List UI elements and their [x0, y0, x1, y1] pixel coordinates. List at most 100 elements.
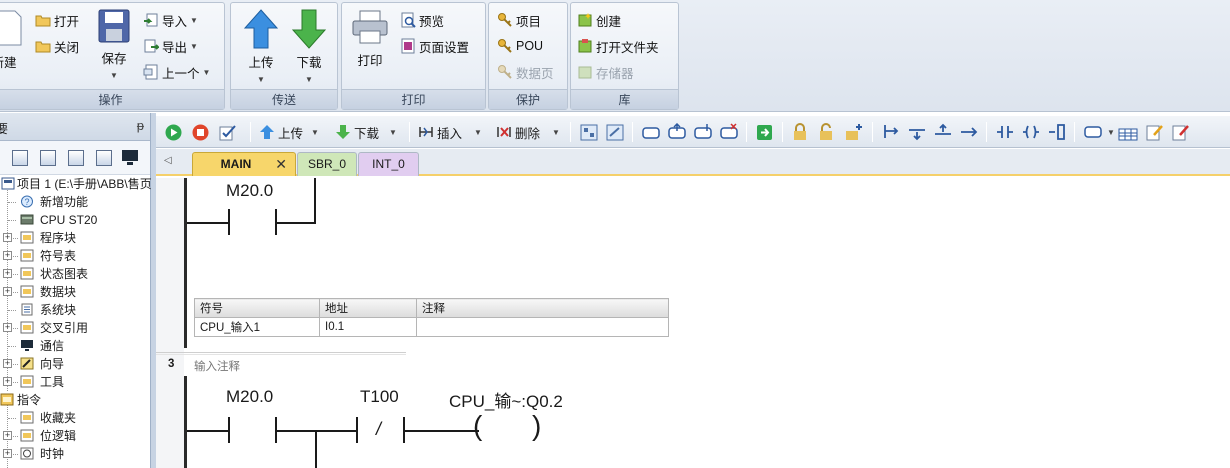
svg-text:?: ?	[25, 197, 30, 207]
pou-down-icon[interactable]	[694, 123, 712, 140]
expand-icon[interactable]: +	[3, 359, 12, 368]
monitor-icon[interactable]	[121, 149, 139, 167]
toolbar-separator	[409, 122, 410, 142]
protect-project-button[interactable]: 项目	[497, 9, 541, 31]
previous-button[interactable]: 上一个 ▼	[143, 61, 210, 83]
delete-dropdown-icon[interactable]: ▼	[552, 128, 560, 137]
expand-icon[interactable]: +	[3, 449, 12, 458]
edit-icon[interactable]	[1146, 123, 1164, 141]
print-button[interactable]: 打印	[350, 9, 390, 69]
line-right-icon[interactable]	[960, 123, 978, 141]
protect-pou-button[interactable]: POU	[497, 35, 543, 57]
view-table-icon[interactable]	[96, 150, 112, 166]
new-file-icon	[0, 10, 22, 46]
tab-scroll-left-icon[interactable]: ◁	[164, 155, 172, 166]
comment-toggle-icon[interactable]	[1084, 125, 1102, 139]
table-row[interactable]: CPU_输入1 I0.1	[194, 317, 669, 337]
ladder-editor[interactable]: M20.0 符号 地址 注释 CPU_输入1 I0.1 3 输入注释 M20.0…	[156, 178, 1230, 468]
expand-icon[interactable]: +	[3, 431, 12, 440]
network-comment[interactable]: 输入注释	[194, 358, 240, 374]
previous-dropdown-icon[interactable]: ▼	[203, 68, 211, 77]
expand-icon[interactable]: +	[3, 287, 12, 296]
tree-item-label: 新增功能	[40, 195, 89, 209]
comm-icon	[21, 340, 33, 351]
download-dropdown-icon[interactable]: ▼	[305, 75, 313, 84]
new-button[interactable]: 新建	[0, 9, 23, 71]
toolbar-upload-button[interactable]: 上传 ▼	[259, 123, 319, 141]
expand-icon[interactable]: +	[3, 251, 12, 260]
stop-icon[interactable]	[192, 124, 209, 141]
open-library-folder-button[interactable]: 打开文件夹	[577, 35, 659, 57]
import-button[interactable]: 导入 ▼	[143, 9, 198, 31]
upload-dropdown-icon[interactable]: ▼	[257, 75, 265, 84]
expand-icon[interactable]: +	[3, 323, 12, 332]
comment-dropdown-icon[interactable]: ▼	[1107, 128, 1115, 137]
contact-left-bar	[356, 417, 358, 443]
pin-icon[interactable]: ᵽ	[137, 118, 144, 133]
floppy-disk-icon	[98, 9, 130, 43]
coil-left-paren: (	[473, 410, 483, 441]
coil-icon[interactable]	[1022, 123, 1040, 141]
branch-line-down-icon[interactable]	[908, 123, 926, 141]
pou-icon[interactable]	[642, 125, 660, 140]
column-header: 符号	[194, 298, 320, 318]
expand-icon[interactable]: +	[3, 233, 12, 242]
create-library-button[interactable]: 创建	[577, 9, 621, 31]
unlock-icon[interactable]	[818, 123, 834, 141]
view-grid-icon[interactable]	[12, 150, 28, 166]
toolbar-insert-button[interactable]: 插入 ▼	[418, 123, 482, 141]
export-dropdown-icon[interactable]: ▼	[190, 42, 198, 51]
contact-icon[interactable]	[996, 123, 1014, 141]
go-to-icon[interactable]	[756, 124, 773, 141]
save-dropdown-icon[interactable]: ▼	[110, 71, 118, 80]
tab-main[interactable]: MAIN ✕	[192, 152, 296, 176]
upload-button[interactable]: 上传 ▼	[241, 9, 281, 85]
lock-icon[interactable]	[792, 123, 808, 141]
view-list-icon[interactable]	[40, 150, 56, 166]
run-icon[interactable]	[165, 124, 182, 141]
network-view-icon[interactable]	[580, 124, 598, 141]
symbol-table-icon[interactable]	[1118, 123, 1138, 141]
open-button[interactable]: 打开	[35, 9, 79, 31]
format-icon[interactable]	[1172, 123, 1190, 141]
box-icon[interactable]	[1048, 123, 1066, 141]
key-icon	[498, 13, 512, 27]
toolbar-download-button[interactable]: 下载 ▼	[335, 123, 397, 141]
protect-data-page-button[interactable]: 数据页	[497, 61, 554, 83]
lock-all-icon[interactable]	[844, 123, 862, 141]
close-button[interactable]: 关闭	[35, 35, 79, 57]
memory-library-button[interactable]: 存储器	[577, 61, 634, 83]
previous-icon	[143, 64, 158, 80]
branch-line-up-icon[interactable]	[934, 123, 952, 141]
page-setup-button[interactable]: 页面设置	[400, 35, 469, 57]
network-edit-icon[interactable]	[606, 124, 624, 141]
close-icon[interactable]: ✕	[275, 153, 287, 176]
power-rail	[184, 178, 187, 348]
table-cell[interactable]	[416, 317, 669, 337]
expand-icon[interactable]: +	[3, 377, 12, 386]
table-cell[interactable]: CPU_输入1	[194, 317, 320, 337]
import-dropdown-icon[interactable]: ▼	[190, 16, 198, 25]
save-button[interactable]: 保存 ▼	[97, 9, 131, 81]
toolbar-delete-button[interactable]: 删除 ▼	[496, 123, 560, 141]
download-dropdown-icon[interactable]: ▼	[389, 128, 397, 137]
branch-down-icon[interactable]	[882, 123, 900, 141]
pou-up-icon[interactable]	[668, 123, 686, 140]
view-doc-icon[interactable]	[68, 150, 84, 166]
project-tree: 项目 1 (E:\手册\ABB\售页 ? 新增功能 CPU ST20 + 程序块…	[0, 175, 152, 468]
preview-button[interactable]: 预览	[400, 9, 444, 31]
tab-int-0[interactable]: INT_0	[358, 152, 419, 176]
expand-icon[interactable]: +	[3, 269, 12, 278]
pou-delete-icon[interactable]	[720, 123, 738, 140]
ribbon-group-operate: 新建 打开 关闭 保存 ▼ 导入▼ 导出▼	[0, 2, 225, 110]
tree-connector	[13, 328, 18, 329]
compile-icon[interactable]	[219, 124, 237, 141]
table-cell[interactable]: I0.1	[319, 317, 417, 337]
download-button[interactable]: 下载 ▼	[289, 9, 329, 85]
key-icon	[498, 65, 512, 79]
export-button[interactable]: 导出 ▼	[143, 35, 198, 57]
network-number: 3	[168, 358, 175, 370]
upload-dropdown-icon[interactable]: ▼	[311, 128, 319, 137]
tab-sbr-0[interactable]: SBR_0	[297, 152, 357, 176]
insert-dropdown-icon[interactable]: ▼	[474, 128, 482, 137]
